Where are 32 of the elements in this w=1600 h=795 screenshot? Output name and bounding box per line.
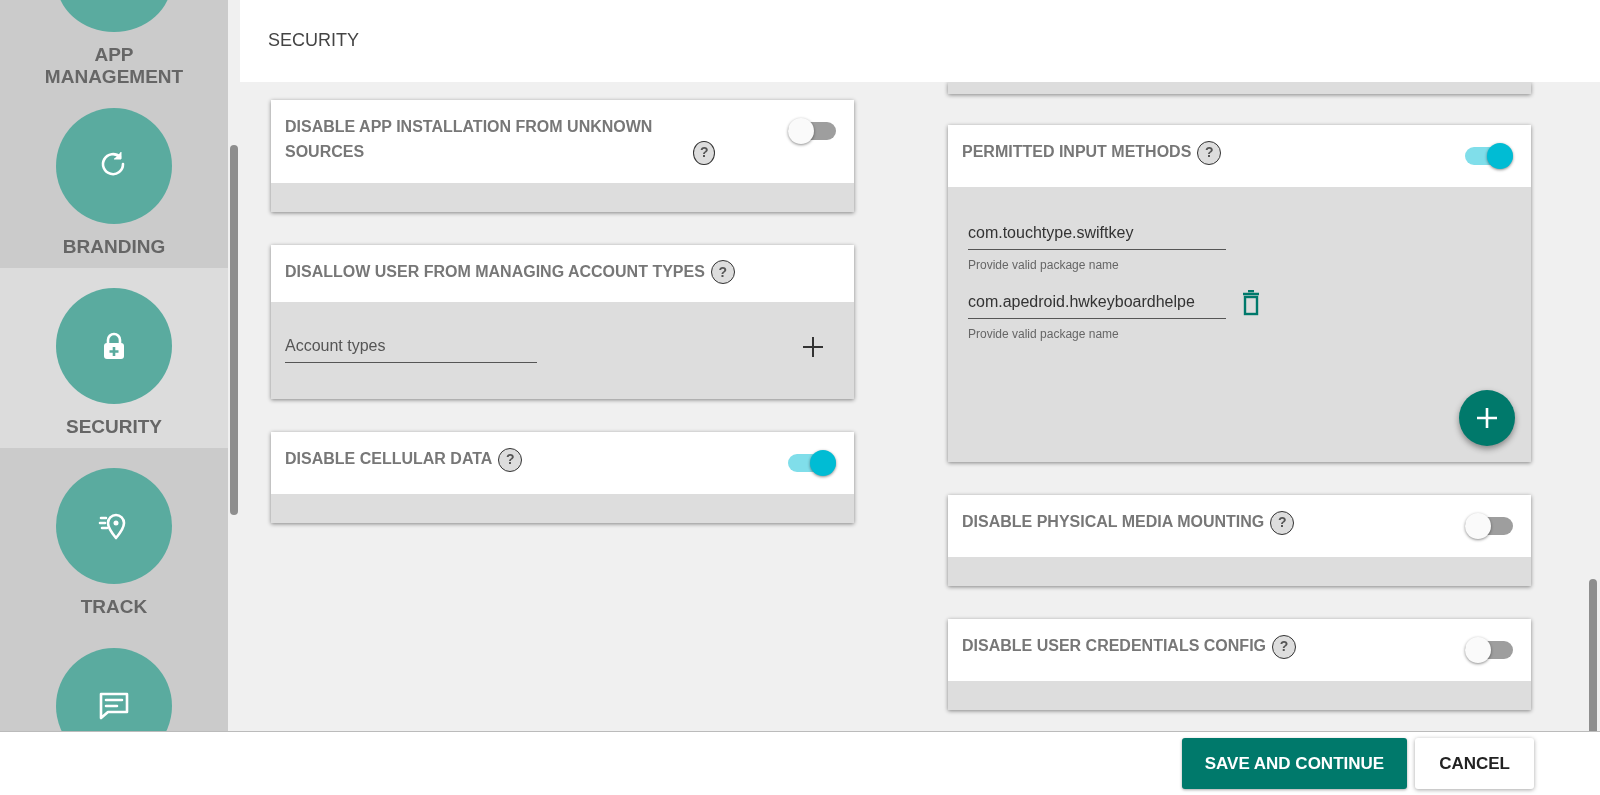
add-button[interactable] <box>1459 389 1515 446</box>
save-button[interactable]: SAVE AND CONTINUE <box>1181 737 1408 790</box>
sidebar-item[interactable]: APP MANAGEMENT <box>0 0 228 88</box>
helper-text: Provide valid package name <box>968 325 1120 343</box>
help-icon[interactable]: ? <box>1197 140 1222 165</box>
card-title: DISALLOW USER FROM MANAGING ACCOUNT TYPES <box>285 261 705 282</box>
card-title: PERMITTED INPUT METHODS <box>962 141 1192 162</box>
card-title: DISABLE PHYSICAL MEDIA MOUNTING <box>962 511 1265 532</box>
card-title: DISABLE USER CREDENTIALS CONFIG <box>962 635 1266 656</box>
trash-icon <box>1242 290 1260 317</box>
card-title: DISABLE CELLULAR DATA <box>285 449 493 470</box>
sidebar-item[interactable]: TRACK <box>0 448 228 628</box>
help-icon[interactable]: ? <box>498 448 523 473</box>
help-icon[interactable]: ? <box>1270 510 1295 535</box>
input-field[interactable]: Account types <box>285 330 537 364</box>
plus-icon <box>802 335 824 358</box>
add-button[interactable] <box>802 335 824 358</box>
sidebar-item[interactable]: BRANDING <box>0 88 228 268</box>
input-field[interactable]: com.apedroid.hwkeyboardhelpe <box>968 285 1226 319</box>
help-icon[interactable]: ? <box>693 140 715 165</box>
cancel-button[interactable]: CANCEL <box>1415 737 1534 790</box>
card-title: DISABLE APP INSTALLATION FROM UNKNOWN SOURCES <box>285 116 654 162</box>
page-title: SECURITY <box>268 29 359 53</box>
sidebar-item[interactable]: SECURITY <box>0 268 228 448</box>
help-icon[interactable]: ? <box>710 260 735 285</box>
plus-icon <box>1476 406 1498 429</box>
delete-button[interactable] <box>1242 290 1260 317</box>
help-icon[interactable]: ? <box>1272 634 1296 659</box>
scrollbar-thumb[interactable] <box>230 145 238 515</box>
input-field[interactable]: com.touchtype.swiftkey <box>968 216 1226 250</box>
helper-text: Provide valid package name <box>968 256 1120 274</box>
scrollbar-thumb[interactable] <box>1589 578 1597 731</box>
